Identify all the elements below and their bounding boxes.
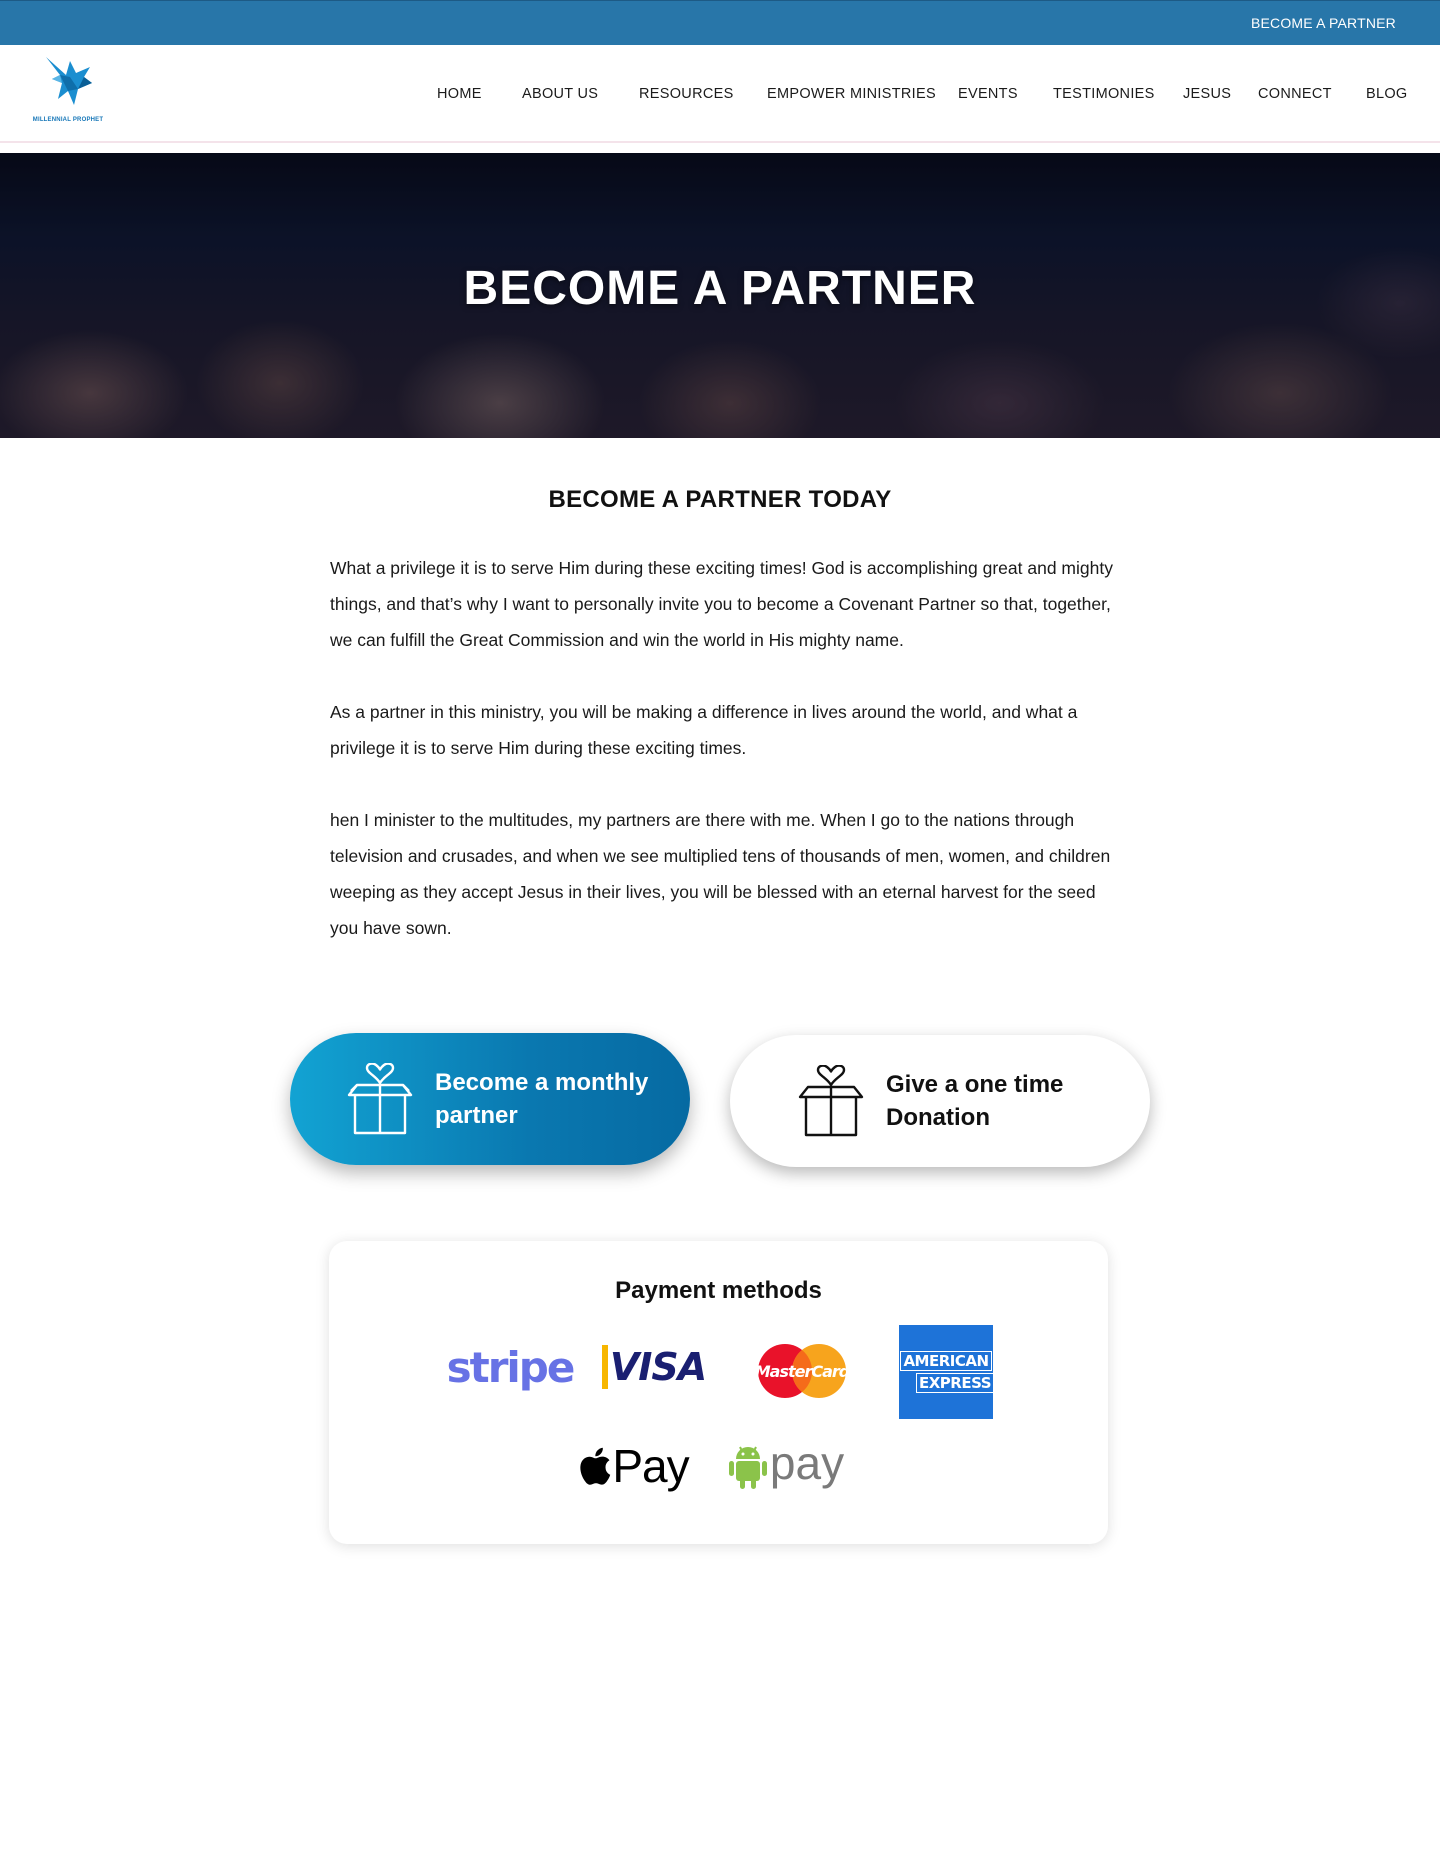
mastercard-wordmark: MasterCard [754,1361,851,1381]
stripe-logo: stripe [447,1337,576,1397]
stripe-wordmark: stripe [446,1342,576,1392]
amex-line1: AMERICAN [900,1351,992,1371]
intro-paragraph-1: What a privilege it is to serve Him duri… [330,558,1113,650]
nav-about-us[interactable]: ABOUT US [522,45,598,143]
apple-icon [580,1447,611,1485]
site-header: MILLENNIAL PROPHET HOME ABOUT US RESOURC… [0,45,1440,143]
mastercard-logo: MasterCard [754,1342,850,1400]
top-bar: BECOME A PARTNER [0,0,1440,45]
intro-paragraph-2: As a partner in this ministry, you will … [330,702,1078,758]
gift-box-heart-icon [347,1063,413,1135]
nav-home[interactable]: HOME [437,45,482,143]
nav-testimonies[interactable]: TESTIMONIES [1053,45,1155,143]
monthly-partner-button[interactable]: Become a monthly partner [290,1033,690,1165]
nav-events[interactable]: EVENTS [958,45,1018,143]
become-partner-top-link[interactable]: BECOME A PARTNER [1251,15,1396,31]
payment-methods-title: Payment methods [615,1277,822,1304]
android-pay-wordmark: pay [769,1437,845,1489]
main-nav: HOME ABOUT US RESOURCES EMPOWER MINISTRI… [0,45,1440,143]
apple-pay-wordmark: Pay [612,1440,689,1492]
apple-pay-logo: Pay [574,1437,694,1495]
intro-paragraph-3: hen I minister to the multitudes, my par… [330,810,1111,938]
section-heading: BECOME A PARTNER TODAY [548,486,892,513]
nav-empower-ministries[interactable]: EMPOWER MINISTRIES [767,45,936,143]
android-robot-icon [728,1446,767,1489]
monthly-partner-label: Become a monthly partner [435,1069,649,1129]
payment-methods-card: Payment methods stripe VISA MasterCard A… [329,1241,1108,1544]
nav-jesus[interactable]: JESUS [1183,45,1231,143]
visa-logo: VISA [601,1341,707,1393]
hero-title: BECOME A PARTNER [463,262,977,315]
nav-connect[interactable]: CONNECT [1258,45,1332,143]
hero-banner: BECOME A PARTNER [0,153,1440,438]
one-time-donation-button[interactable]: Give a one time Donation [730,1035,1150,1167]
amex-logo: AMERICAN EXPRESS [899,1325,995,1419]
nav-blog[interactable]: BLOG [1366,45,1408,143]
android-pay-logo: pay [721,1437,851,1495]
visa-wordmark: VISA [601,1345,707,1389]
amex-line2: EXPRESS [915,1373,995,1393]
nav-resources[interactable]: RESOURCES [639,45,734,143]
gift-box-heart-icon [798,1065,864,1137]
one-time-donation-label: Give a one time Donation [886,1071,1064,1131]
